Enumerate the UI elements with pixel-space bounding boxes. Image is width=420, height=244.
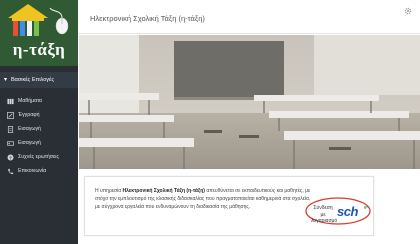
nav-section-label: Βασικές Επιλογές <box>11 77 55 83</box>
login-icon <box>7 140 14 146</box>
app-logo[interactable]: η-τάξη <box>0 0 78 66</box>
nav-section-header[interactable]: ▾ Βασικές Επιλογές <box>0 72 78 88</box>
description-service-name: Ηλεκτρονική Σχολική Τάξη (η-τάξη) <box>122 188 205 194</box>
question-icon: ? <box>7 154 14 160</box>
classroom-banner-image <box>79 35 420 169</box>
page-title: Ηλεκτρονική Σχολική Τάξη (η-τάξη) <box>90 14 205 23</box>
sidebar-item-import[interactable]: Εισαγωγή <box>0 122 78 136</box>
sch-logo-text: sch <box>337 204 358 219</box>
sch-login-button[interactable]: Σύνδεση με λογαριασμό sch gr <box>304 196 372 226</box>
sidebar-item-label: Μαθήματα <box>18 98 43 104</box>
svg-text:?: ? <box>9 155 12 160</box>
service-description: Η υπηρεσία Ηλεκτρονική Σχολική Τάξη (η-τ… <box>95 187 311 211</box>
sidebar-item-courses[interactable]: Μαθήματα <box>0 94 78 108</box>
classroom-logo-icon <box>8 4 69 36</box>
gear-icon[interactable] <box>404 7 412 15</box>
sidebar-item-label: Εισαγωγή <box>18 140 41 146</box>
sidebar-item-label: Εισαγωγή <box>18 126 41 132</box>
sch-logo-suffix: gr <box>364 204 368 209</box>
sidebar-item-register[interactable]: Έγγραφή <box>0 108 78 122</box>
sidebar-item-label: Έγγραφή <box>18 112 40 118</box>
document-icon <box>7 125 14 133</box>
sidebar: η-τάξη ▾ Βασικές Επιλογές Μαθήματα Έγγρα… <box>0 0 78 244</box>
logo-text: η-τάξη <box>12 40 66 59</box>
sidebar-item-faq[interactable]: ? Συχνές ερωτήσεις <box>0 150 78 164</box>
sidebar-item-contact[interactable]: Επικοινωνία <box>0 164 78 178</box>
top-header: Ηλεκτρονική Σχολική Τάξη (η-τάξη) <box>78 0 420 34</box>
chevron-down-icon: ▾ <box>4 77 8 83</box>
pencil-icon <box>7 111 14 119</box>
books-icon <box>7 98 14 104</box>
phone-icon <box>8 168 14 174</box>
sidebar-item-login[interactable]: Εισαγωγή <box>0 136 78 150</box>
sch-login-label: Σύνδεση με λογαριασμό <box>311 205 338 224</box>
sidebar-item-label: Επικοινωνία <box>18 168 47 174</box>
sidebar-item-label: Συχνές ερωτήσεις <box>18 154 59 160</box>
description-intro: Η υπηρεσία <box>95 188 123 194</box>
